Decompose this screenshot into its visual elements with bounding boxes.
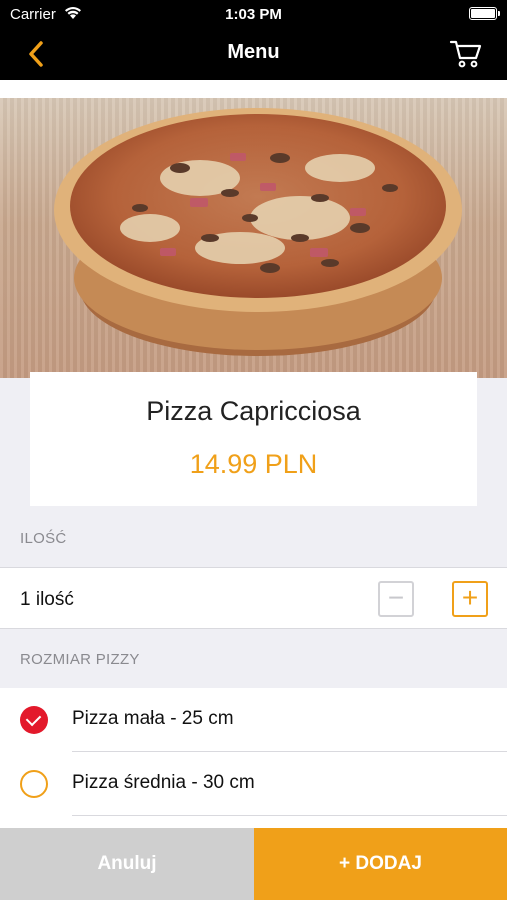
nav-bar: Menu xyxy=(0,28,507,80)
divider xyxy=(72,815,507,816)
product-price: 14.99 PLN xyxy=(189,449,318,479)
clock: 1:03 PM xyxy=(225,6,282,23)
page-title: Menu xyxy=(227,41,280,63)
product-name: Pizza Capricciosa xyxy=(146,396,361,426)
divider-strip xyxy=(0,80,507,98)
cancel-button[interactable]: Anuluj xyxy=(0,828,254,900)
size-option-label: Pizza średnia - 30 cm xyxy=(72,772,255,793)
radio-checked-icon[interactable] xyxy=(20,706,48,734)
quantity-row: 1 ilość − + xyxy=(0,567,507,629)
radio-unchecked-icon[interactable] xyxy=(20,770,48,798)
action-bar: Anuluj + DODAJ xyxy=(0,828,507,900)
product-image xyxy=(0,98,507,378)
increase-quantity-button[interactable]: + xyxy=(452,581,488,617)
size-option-medium[interactable]: Pizza średnia - 30 cm xyxy=(0,752,507,816)
quantity-value: 1 ilość xyxy=(20,589,74,610)
size-option-label: Pizza mała - 25 cm xyxy=(72,708,234,729)
status-bar: Carrier 1:03 PM xyxy=(0,0,507,28)
size-options-list: Pizza mała - 25 cm Pizza średnia - 30 cm xyxy=(0,688,507,828)
size-section-label: ROZMIAR PIZZY xyxy=(20,651,140,668)
battery-icon xyxy=(469,7,500,20)
quantity-section-label: ILOŚĆ xyxy=(20,530,67,547)
product-info-card: Pizza Capricciosa 14.99 PLN xyxy=(30,372,477,506)
decrease-quantity-button[interactable]: − xyxy=(378,581,414,617)
add-to-cart-button[interactable]: + DODAJ xyxy=(254,828,507,900)
cart-icon[interactable] xyxy=(449,38,483,70)
size-option-small[interactable]: Pizza mała - 25 cm xyxy=(0,688,507,752)
